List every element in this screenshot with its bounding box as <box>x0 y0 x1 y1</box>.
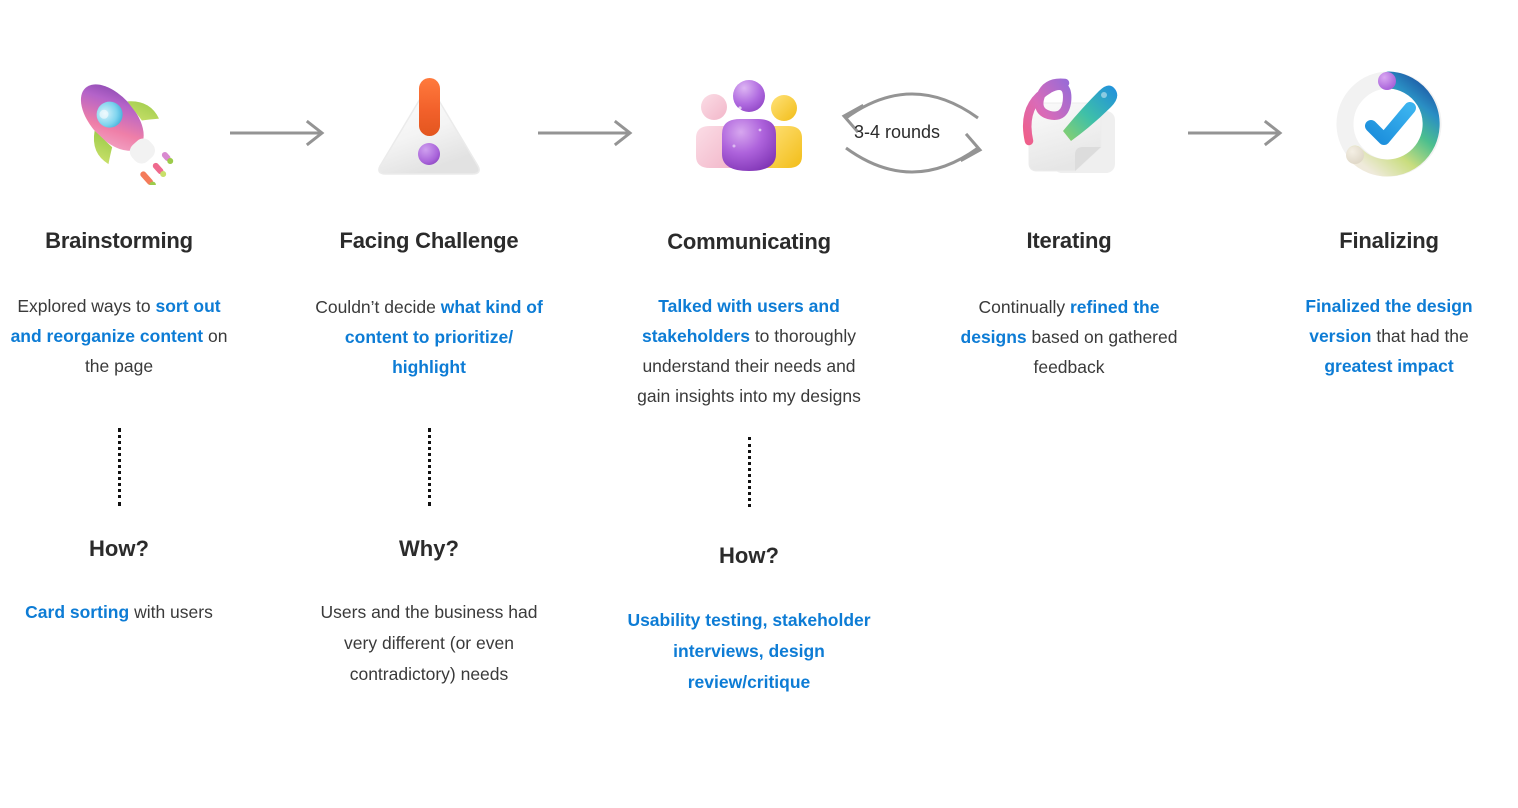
question-body: Users and the business had very differen… <box>304 597 554 690</box>
question-part: Users and the business had very differen… <box>320 602 538 684</box>
question-part: with users <box>129 602 213 622</box>
question-label: How? <box>719 543 779 568</box>
desc-part: based on gathered feedback <box>1026 327 1178 377</box>
flow-arrow-2 <box>536 118 640 153</box>
dotted-connector <box>428 428 431 506</box>
pen-and-paper-icon <box>1004 60 1134 190</box>
stage-description: Continually refined the designs based on… <box>944 292 1194 382</box>
stage-description: Couldn’t decide what kind of content to … <box>313 292 545 382</box>
desc-part: Explored ways to <box>17 296 156 316</box>
stage-description: Talked with users and stakeholders to th… <box>624 291 874 411</box>
flow-arrow-3 <box>1186 118 1290 153</box>
question-part-accent: Usability testing, stakeholder interview… <box>627 610 871 692</box>
iteration-loop: 3-4 rounds <box>828 78 996 193</box>
stage-title: Finalizing <box>1339 228 1439 253</box>
rocket-icon <box>54 60 184 190</box>
question-label: Why? <box>399 536 459 561</box>
desc-part: Continually <box>978 297 1070 317</box>
stage-title: Brainstorming <box>45 228 193 253</box>
flow-arrow-1 <box>228 118 332 153</box>
stage-title: Iterating <box>1026 228 1112 253</box>
stage-description: Finalized the design version that had th… <box>1273 291 1505 381</box>
question-body: Usability testing, stakeholder interview… <box>624 605 874 698</box>
checkmark-progress-ring-icon <box>1324 58 1454 188</box>
question-part-accent: Card sorting <box>25 602 130 622</box>
dotted-connector <box>748 437 751 507</box>
desc-part-accent: greatest impact <box>1324 356 1454 376</box>
warning-triangle-icon <box>364 60 494 190</box>
people-group-icon <box>684 62 814 192</box>
question-label: How? <box>89 536 149 561</box>
loop-label: 3-4 rounds <box>854 122 941 142</box>
stage-title: Communicating <box>667 229 831 254</box>
question-body: Card sorting with users <box>0 597 241 628</box>
desc-part: Couldn’t decide <box>315 297 441 317</box>
stage-title: Facing Challenge <box>339 228 519 253</box>
dotted-connector <box>118 428 121 506</box>
desc-part: that had the <box>1371 326 1469 346</box>
stage-description: Explored ways to sort out and reorganize… <box>3 291 235 381</box>
